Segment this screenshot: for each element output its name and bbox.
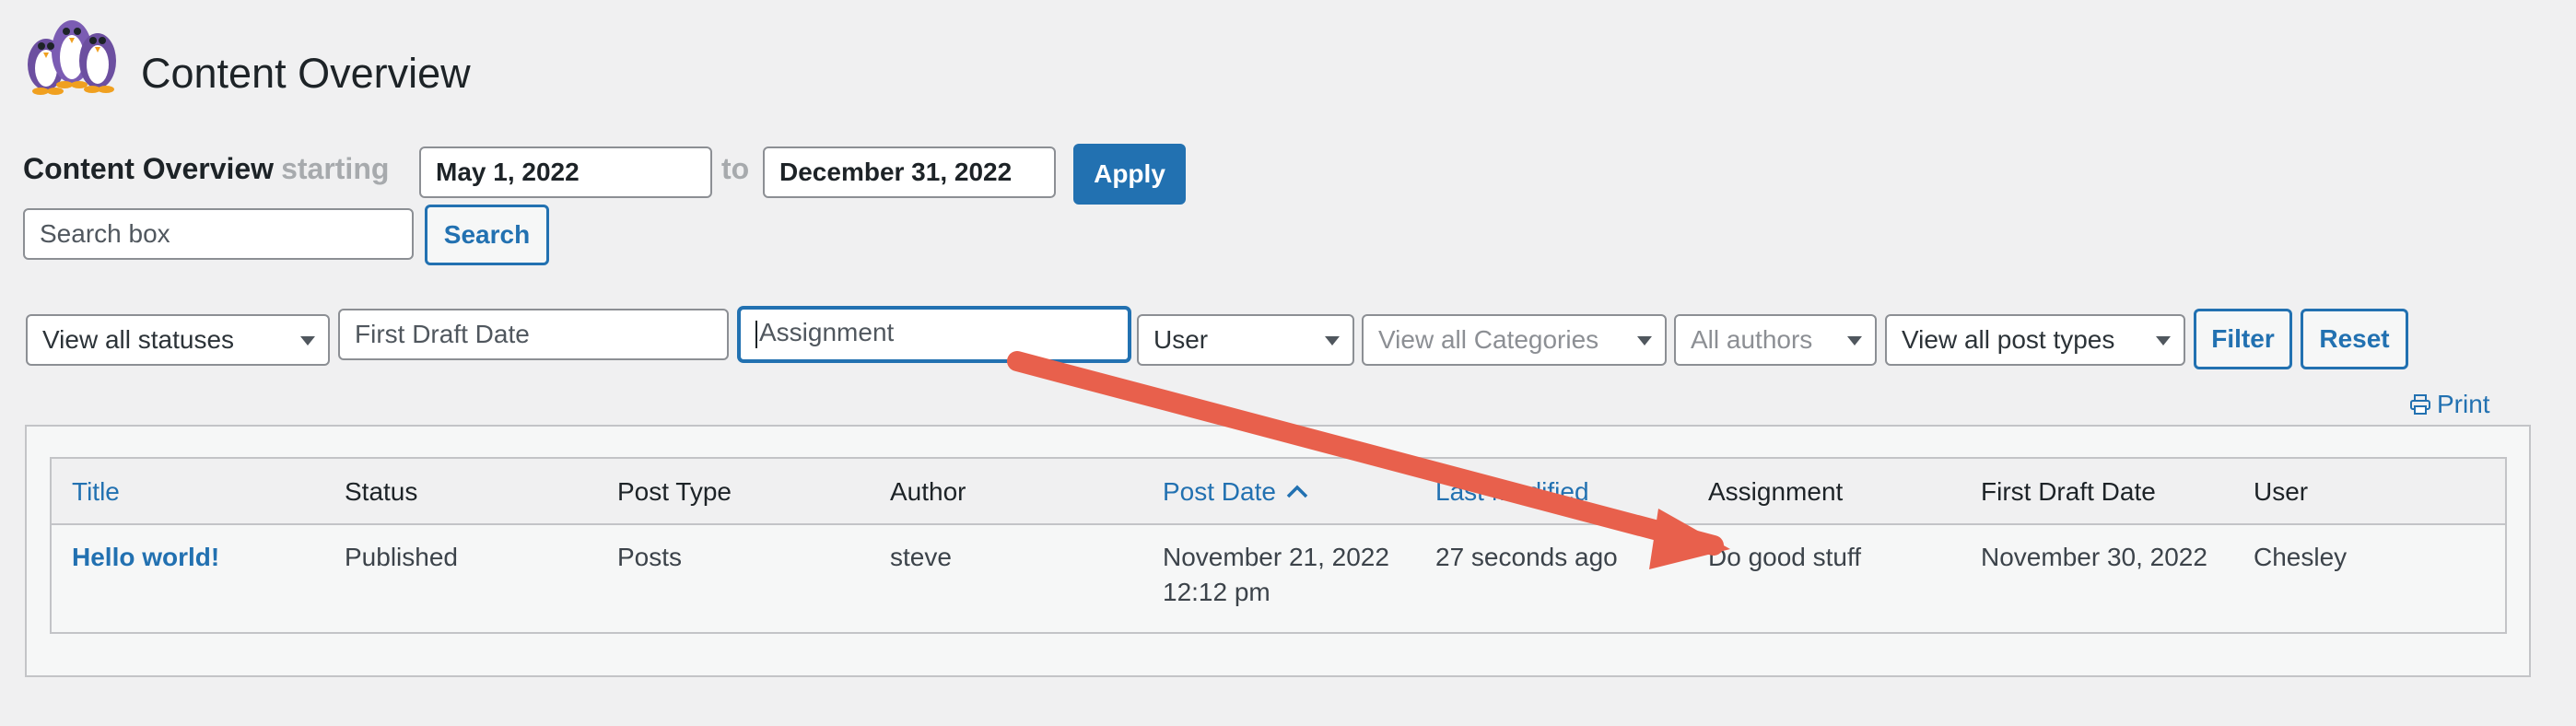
categories-select-value: View all Categories bbox=[1378, 325, 1599, 354]
column-header-status: Status bbox=[345, 477, 418, 506]
chevron-down-icon bbox=[1325, 336, 1340, 345]
end-date-input[interactable]: December 31, 2022 bbox=[763, 146, 1056, 198]
authors-select[interactable]: All authors bbox=[1674, 314, 1877, 366]
column-header-user: User bbox=[2254, 477, 2309, 506]
post-types-select-value: View all post types bbox=[1902, 325, 2115, 354]
printer-icon bbox=[2410, 394, 2430, 415]
authors-select-value: All authors bbox=[1691, 325, 1813, 354]
column-header-post-date-label: Post Date bbox=[1163, 477, 1276, 506]
chevron-down-icon bbox=[1847, 336, 1862, 345]
table-header: Title Status Post Type Author Post Date … bbox=[52, 459, 2505, 525]
status-select-value: View all statuses bbox=[42, 325, 235, 354]
status-select[interactable]: View all statuses bbox=[26, 314, 330, 366]
column-header-last-modified[interactable]: Last Modified bbox=[1435, 477, 1589, 507]
row-title-link[interactable]: Hello world! bbox=[72, 540, 219, 575]
column-header-title[interactable]: Title bbox=[72, 477, 120, 507]
column-header-author: Author bbox=[890, 477, 966, 506]
row-post-time: 12:12 pm bbox=[1163, 578, 1270, 606]
apply-button[interactable]: Apply bbox=[1073, 144, 1186, 205]
chevron-down-icon bbox=[2156, 336, 2171, 345]
row-author: steve bbox=[890, 543, 952, 571]
post-types-select[interactable]: View all post types bbox=[1885, 314, 2185, 366]
row-assignment: Do good stuff bbox=[1708, 543, 1862, 571]
column-header-first-draft-date: First Draft Date bbox=[1981, 477, 2156, 506]
column-header-post-type: Post Type bbox=[617, 477, 732, 506]
row-last-modified: 27 seconds ago bbox=[1435, 543, 1618, 571]
categories-select[interactable]: View all Categories bbox=[1362, 314, 1667, 366]
chevron-down-icon bbox=[300, 336, 315, 345]
penguins-logo bbox=[28, 20, 116, 95]
range-starting-label: starting bbox=[281, 152, 390, 185]
row-status: Published bbox=[345, 543, 458, 571]
range-heading: Content Overview starting bbox=[23, 152, 389, 186]
row-post-date: November 21, 2022 bbox=[1163, 543, 1389, 571]
user-select-value: User bbox=[1153, 325, 1209, 354]
text-caret bbox=[755, 320, 757, 348]
assignment-input-placeholder: Assignment bbox=[759, 318, 895, 346]
filter-button[interactable]: Filter bbox=[2194, 309, 2292, 369]
column-header-assignment: Assignment bbox=[1708, 477, 1844, 506]
row-user: Chesley bbox=[2254, 543, 2348, 571]
chevron-up-icon bbox=[1286, 485, 1308, 498]
reset-button[interactable]: Reset bbox=[2301, 309, 2408, 369]
start-date-input[interactable]: May 1, 2022 bbox=[419, 146, 712, 198]
column-header-post-date[interactable]: Post Date bbox=[1163, 477, 1309, 507]
content-overview-page: Content Overview Content Overview startin… bbox=[0, 0, 2576, 726]
user-select[interactable]: User bbox=[1137, 314, 1354, 366]
range-heading-title: Content Overview bbox=[23, 152, 275, 185]
assignment-input[interactable]: Assignment bbox=[738, 307, 1130, 362]
range-to-label: to bbox=[721, 152, 750, 185]
row-first-draft-date: November 30, 2022 bbox=[1981, 543, 2207, 571]
chevron-down-icon bbox=[1637, 336, 1652, 345]
row-post-type: Posts bbox=[617, 543, 683, 571]
print-link[interactable]: Print bbox=[2409, 390, 2490, 419]
content-table: Title Status Post Type Author Post Date … bbox=[50, 457, 2507, 634]
first-draft-date-input[interactable]: First Draft Date bbox=[338, 309, 729, 360]
search-input[interactable]: Search box bbox=[23, 208, 414, 260]
print-label: Print bbox=[2437, 390, 2490, 418]
search-button[interactable]: Search bbox=[425, 205, 549, 265]
page-title: Content Overview bbox=[141, 50, 471, 97]
